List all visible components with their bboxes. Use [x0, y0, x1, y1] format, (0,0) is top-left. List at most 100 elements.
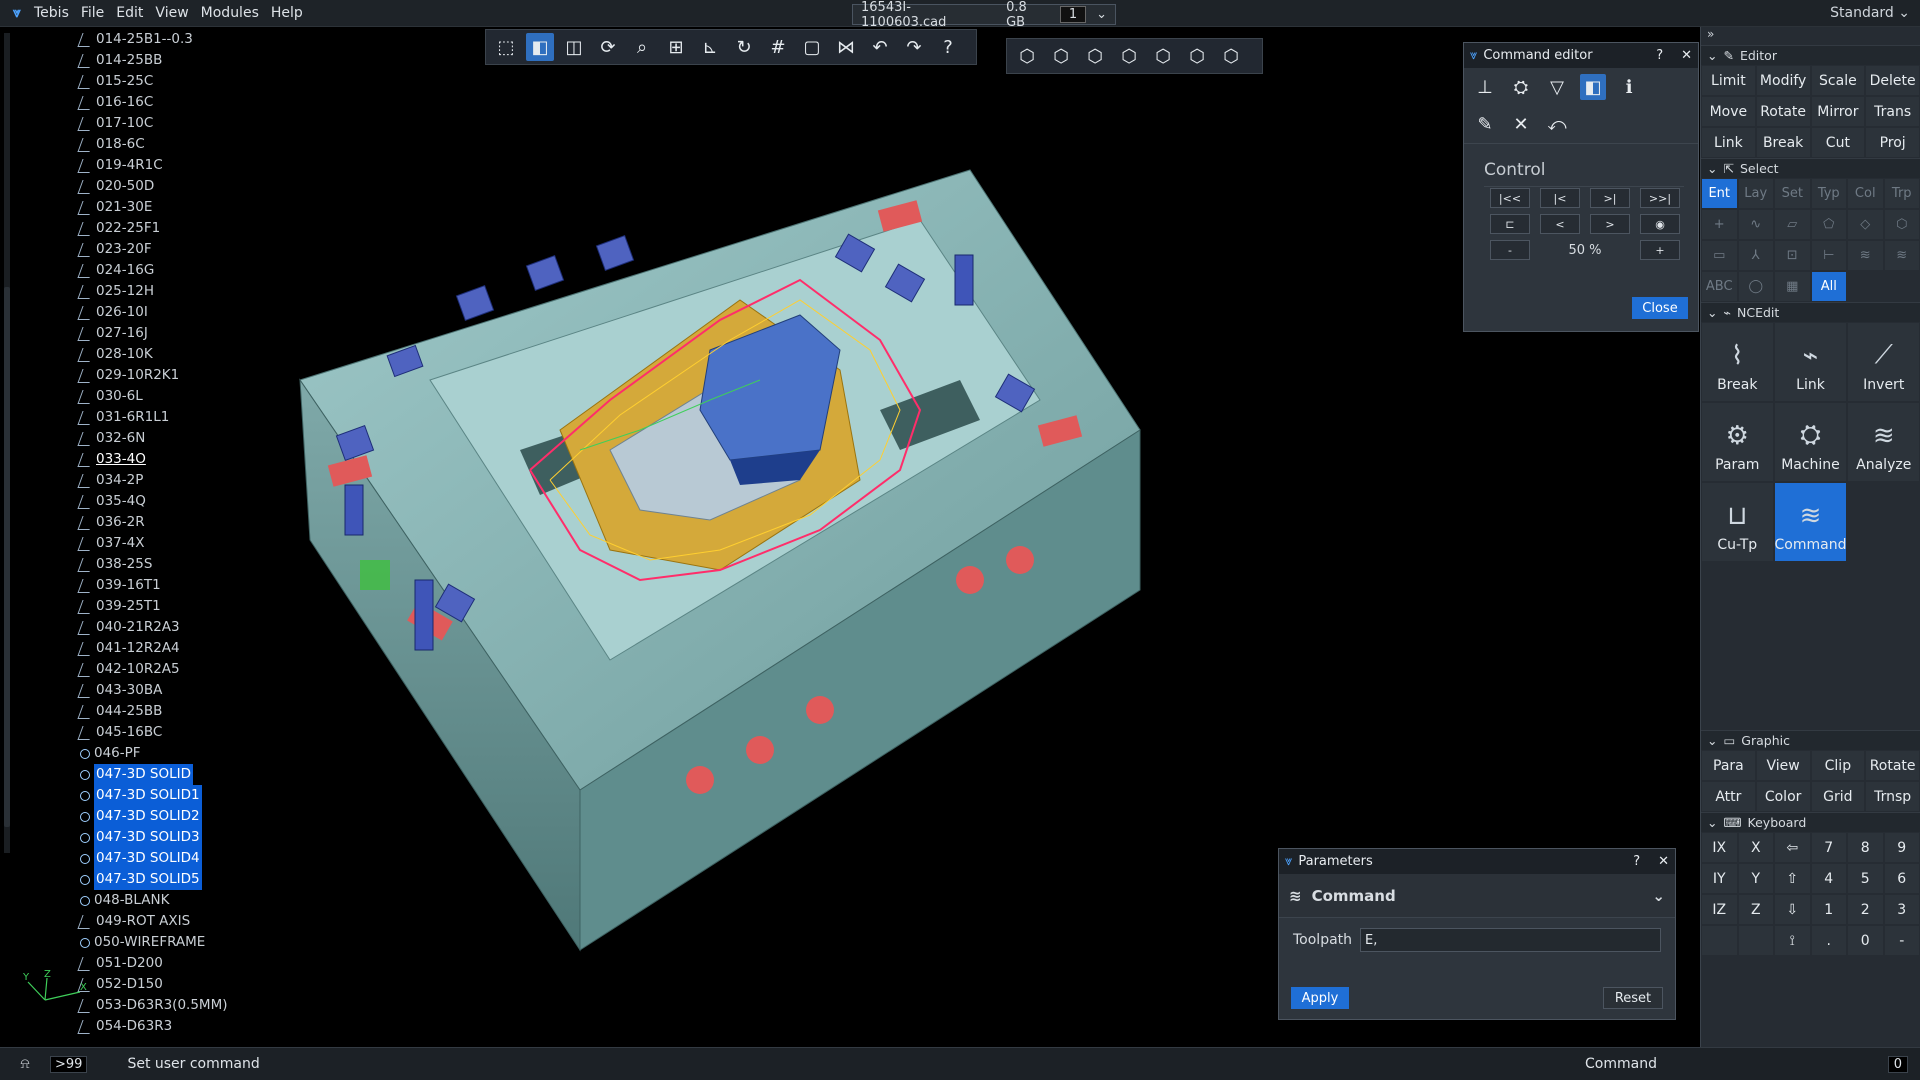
menu-tebis[interactable]: Tebis: [28, 5, 75, 21]
keyboard-key[interactable]: 2: [1847, 894, 1884, 925]
tree-item[interactable]: 040-21R2A3: [77, 617, 227, 638]
undo-curve-icon[interactable]: ⤺: [1544, 112, 1570, 138]
tree-item[interactable]: 046-PF: [80, 743, 227, 764]
tree-item[interactable]: 047-3D SOLID: [80, 764, 227, 785]
tree-item[interactable]: 045-16BC: [77, 722, 227, 743]
menu-edit[interactable]: Edit: [110, 5, 149, 21]
tree-item[interactable]: 036-2R: [77, 512, 227, 533]
keyboard-key[interactable]: .: [1810, 925, 1847, 956]
keyboard-section-header[interactable]: ⌄ ⌨ Keyboard: [1701, 812, 1920, 832]
editor-button-mirror[interactable]: Mirror: [1810, 96, 1866, 127]
select-filter-ent[interactable]: Ent: [1701, 178, 1738, 209]
notification-count[interactable]: >99: [50, 1055, 88, 1073]
tree-item[interactable]: 026-10I: [77, 302, 227, 323]
previous-step-button[interactable]: |<: [1540, 188, 1580, 208]
info-icon[interactable]: ℹ: [1616, 74, 1642, 100]
surface-select-icon[interactable]: ▱: [1774, 209, 1811, 240]
ncedit-analyze-button[interactable]: ≋ Analyze: [1847, 402, 1920, 482]
graphic-button-para[interactable]: Para: [1701, 750, 1756, 781]
frame-icon[interactable]: ▢: [798, 33, 826, 61]
keyboard-key[interactable]: 5: [1847, 863, 1884, 894]
keyboard-key[interactable]: ⇦: [1774, 832, 1811, 863]
graphic-button-clip[interactable]: Clip: [1810, 750, 1866, 781]
first-button[interactable]: |<<: [1490, 188, 1530, 208]
ncedit-break-button[interactable]: ⌇ Break: [1701, 322, 1774, 402]
tree-item[interactable]: 048-BLANK: [80, 890, 227, 911]
stop-button[interactable]: ◉: [1640, 214, 1680, 234]
apply-button[interactable]: Apply: [1291, 987, 1349, 1009]
section-icon[interactable]: ⋈: [832, 33, 860, 61]
iso-view-2-icon[interactable]: ⬡: [1047, 42, 1075, 70]
tree-scroll-thumb[interactable]: [4, 287, 10, 827]
select-section-header[interactable]: ⌄ ⇱ Select: [1701, 158, 1920, 178]
tree-item[interactable]: 016-16C: [77, 92, 227, 113]
tree-item[interactable]: 034-2P: [77, 470, 227, 491]
curve-select-icon[interactable]: ∿: [1737, 209, 1774, 240]
ncedit-link-button[interactable]: ⌁ Link: [1773, 322, 1848, 402]
axis-select-icon[interactable]: ⅄: [1737, 240, 1774, 271]
delete-icon[interactable]: ✕: [1508, 112, 1534, 138]
menu-modules[interactable]: Modules: [195, 5, 265, 21]
keyboard-key[interactable]: 7: [1810, 832, 1847, 863]
shaded-view-icon[interactable]: ◧: [1580, 74, 1606, 100]
mark-button[interactable]: ⊏: [1490, 214, 1530, 234]
tree-item[interactable]: 019-4R1C: [77, 155, 227, 176]
keyboard-key[interactable]: IZ: [1701, 894, 1738, 925]
tree-item[interactable]: 017-10C: [77, 113, 227, 134]
box-select-icon[interactable]: ⊡: [1774, 240, 1811, 271]
close-icon[interactable]: ✕: [1658, 854, 1669, 869]
tree-item[interactable]: 052-D150: [77, 974, 227, 995]
tree-item[interactable]: 043-30BA: [77, 680, 227, 701]
editor-button-cut[interactable]: Cut: [1810, 127, 1866, 158]
menu-help[interactable]: Help: [265, 5, 309, 21]
tree-item[interactable]: 044-25BB: [77, 701, 227, 722]
graphic-button-trnsp[interactable]: Trnsp: [1865, 781, 1920, 812]
toolpath-group-select-icon[interactable]: ≋: [1883, 240, 1920, 271]
keyboard-key[interactable]: 1: [1810, 894, 1847, 925]
iso-view-1-icon[interactable]: ⬡: [1013, 42, 1041, 70]
editor-button-rotate[interactable]: Rotate: [1755, 96, 1811, 127]
refresh-icon[interactable]: ↻: [730, 33, 758, 61]
editor-button-modify[interactable]: Modify: [1755, 65, 1811, 96]
solid-select-icon[interactable]: ◇: [1847, 209, 1884, 240]
graphic-button-color[interactable]: Color: [1755, 781, 1811, 812]
tree-item[interactable]: 020-50D: [77, 176, 227, 197]
tree-item[interactable]: 031-6R1L1: [77, 407, 227, 428]
tree-item[interactable]: 047-3D SOLID3: [80, 827, 227, 848]
tree-item[interactable]: 049-ROT AXIS: [77, 911, 227, 932]
editor-button-scale[interactable]: Scale: [1810, 65, 1866, 96]
fixture-icon[interactable]: ⛭: [1508, 74, 1534, 100]
tree-item[interactable]: 014-25B1--0.3: [77, 29, 227, 50]
hidden-cube-icon[interactable]: ◫: [560, 33, 588, 61]
cad-viewport[interactable]: [280, 150, 1400, 970]
help-button[interactable]: ?: [1656, 48, 1663, 63]
editor-button-delete[interactable]: Delete: [1865, 65, 1920, 96]
back-button[interactable]: <: [1540, 214, 1580, 234]
tree-item[interactable]: 047-3D SOLID2: [80, 806, 227, 827]
tree-item[interactable]: 028-10K: [77, 344, 227, 365]
iso-view-5-icon[interactable]: ⬡: [1149, 42, 1177, 70]
edit-pencil-icon[interactable]: ✎: [1472, 112, 1498, 138]
graphic-section-header[interactable]: ⌄ ▭ Graphic: [1701, 730, 1920, 750]
graphic-button-grid[interactable]: Grid: [1810, 781, 1866, 812]
tree-item[interactable]: 042-10R2A5: [77, 659, 227, 680]
tree-item[interactable]: 024-16G: [77, 260, 227, 281]
editor-section-header[interactable]: ⌄ ✎ Editor: [1701, 45, 1920, 65]
iso-view-4-icon[interactable]: ⬡: [1115, 42, 1143, 70]
iso-view-7-icon[interactable]: ⬡: [1217, 42, 1245, 70]
iso-view-3-icon[interactable]: ⬡: [1081, 42, 1109, 70]
ncedit-cu-tp-button[interactable]: ⊔ Cu-Tp: [1701, 482, 1774, 562]
iso-view-6-icon[interactable]: ⬡: [1183, 42, 1211, 70]
editor-button-link[interactable]: Link: [1701, 127, 1756, 158]
menu-view[interactable]: View: [149, 5, 194, 21]
tree-item[interactable]: 032-6N: [77, 428, 227, 449]
tree-item[interactable]: 050-WIREFRAME: [80, 932, 227, 953]
keyboard-key[interactable]: 8: [1847, 832, 1884, 863]
keyboard-key[interactable]: IY: [1701, 863, 1738, 894]
bell-icon[interactable]: ⍾: [10, 1056, 40, 1072]
editor-button-break[interactable]: Break: [1755, 127, 1811, 158]
tree-item[interactable]: 039-25T1: [77, 596, 227, 617]
editor-button-trans[interactable]: Trans: [1865, 96, 1920, 127]
tree-item[interactable]: 047-3D SOLID1: [80, 785, 227, 806]
next-step-button[interactable]: >|: [1590, 188, 1630, 208]
